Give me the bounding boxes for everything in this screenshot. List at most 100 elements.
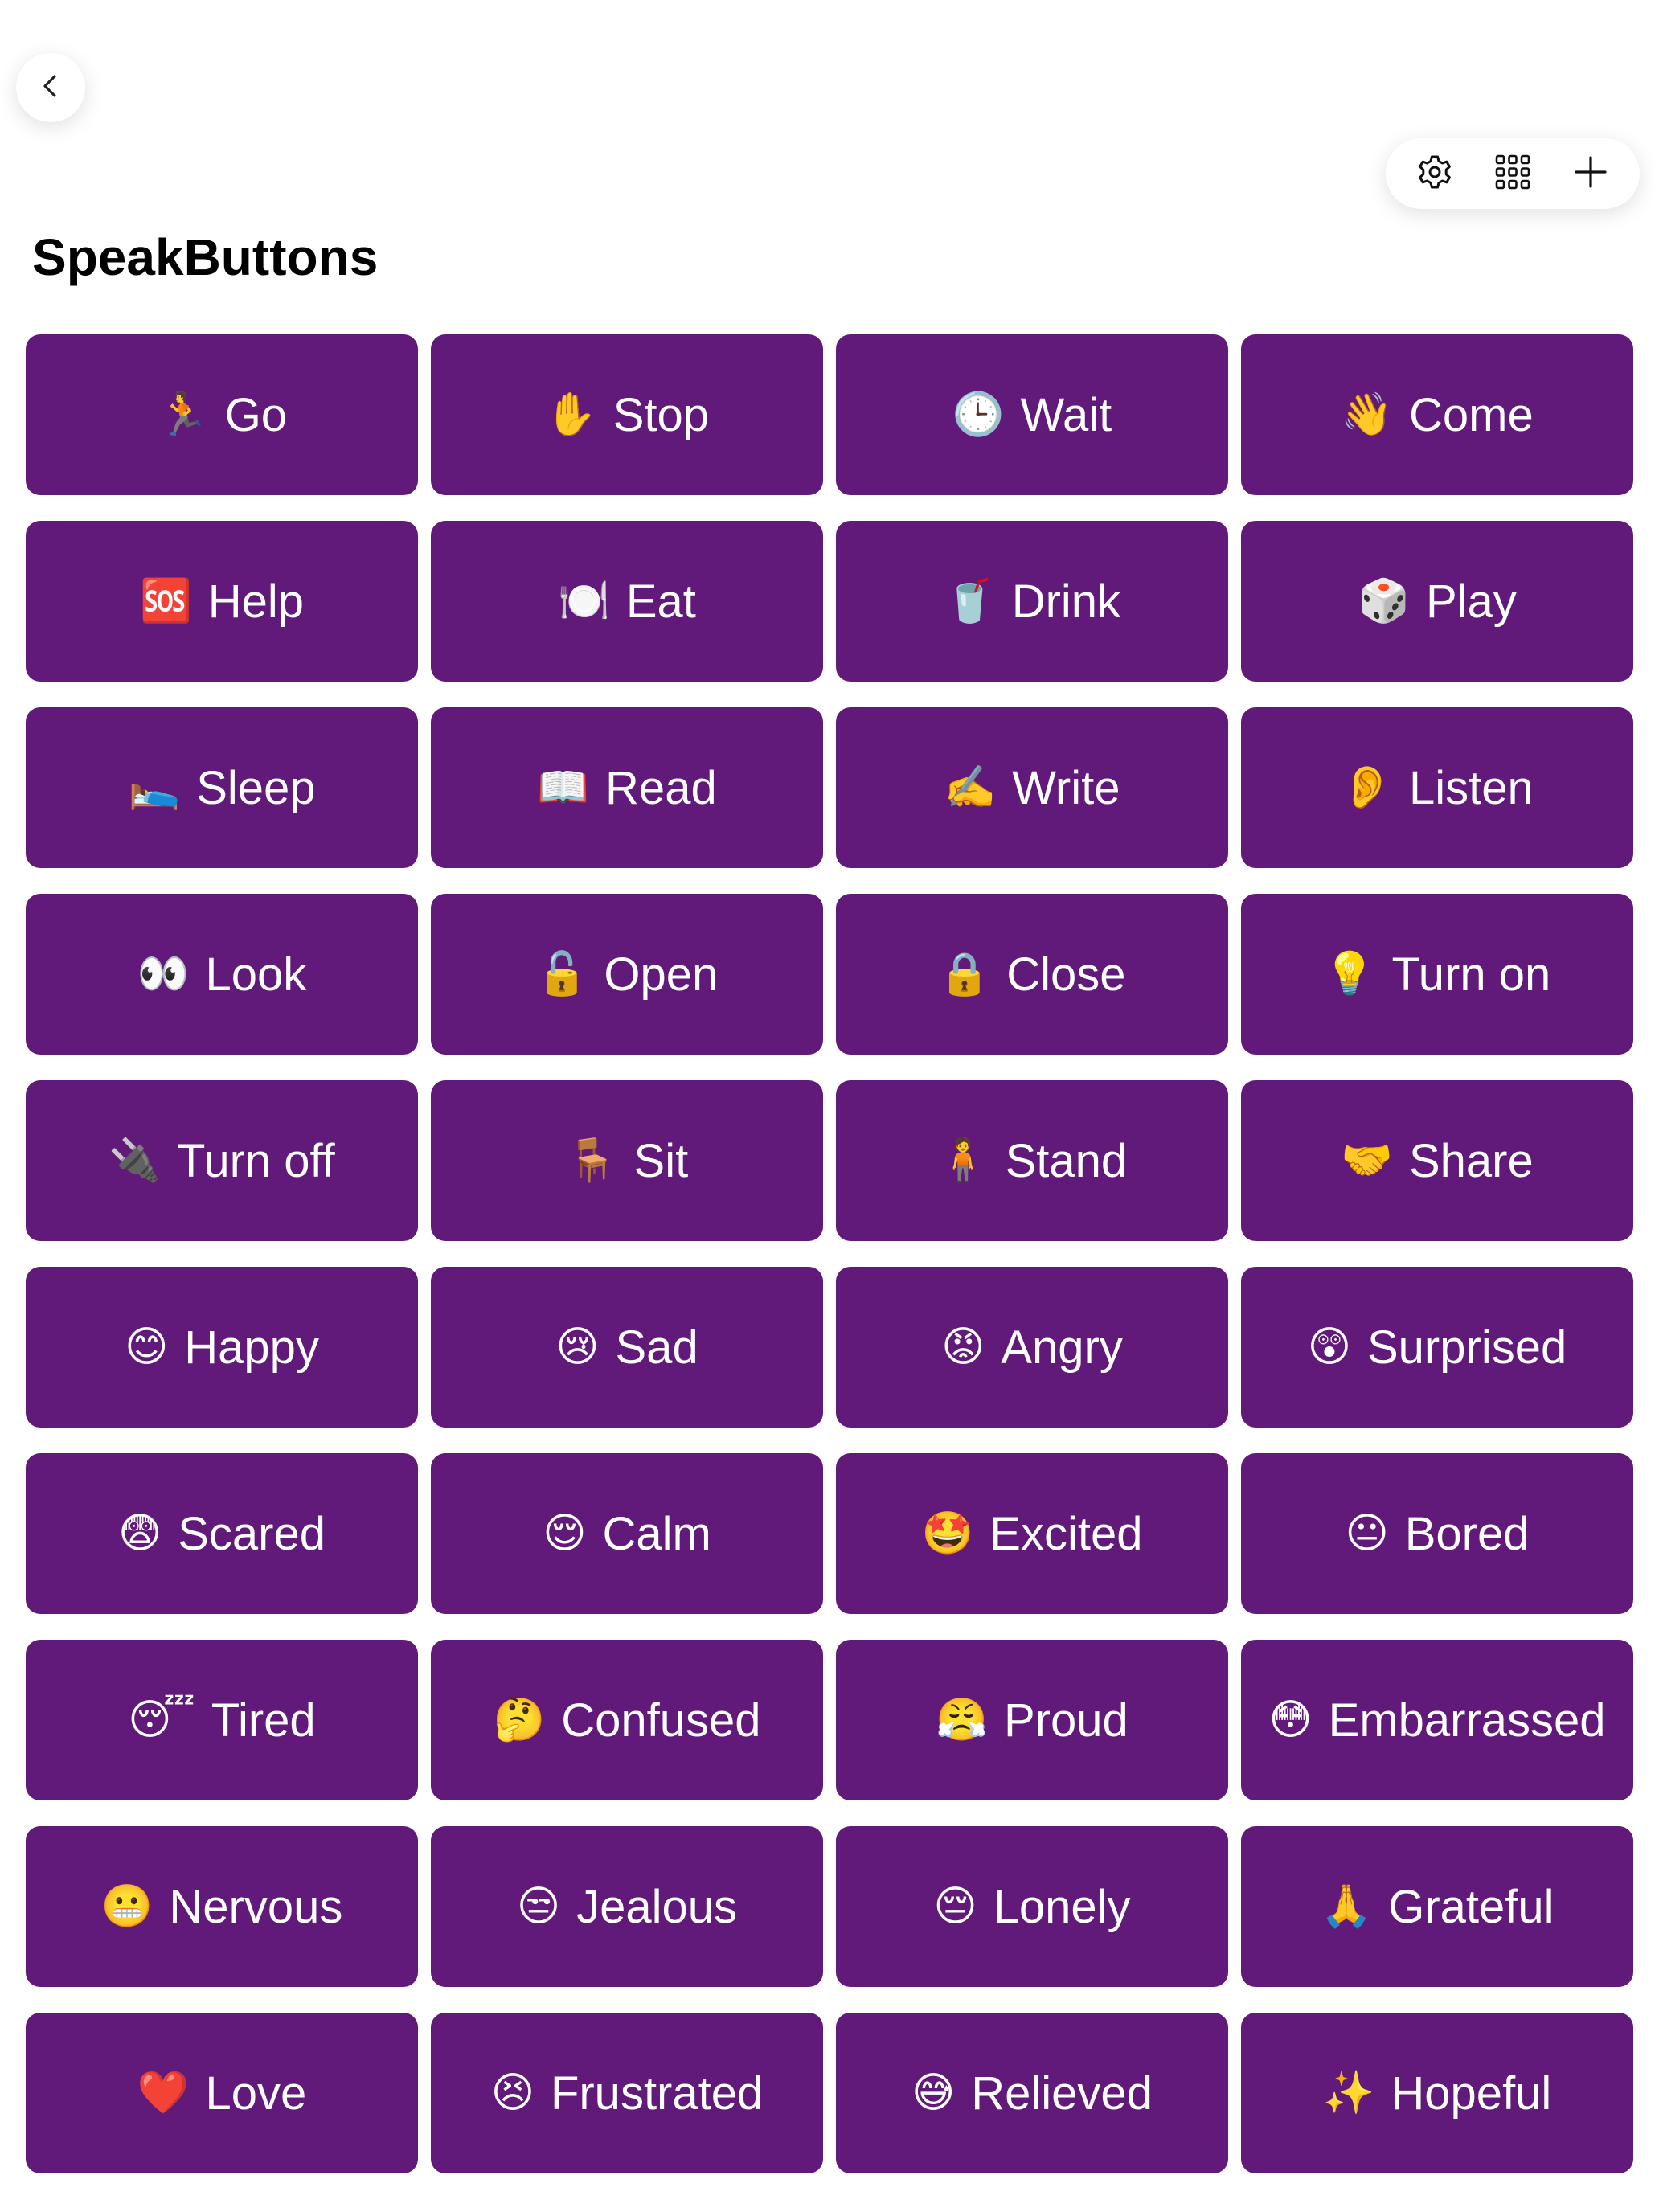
speak-button-label: Turn on	[1391, 948, 1551, 1001]
speak-button-sleep[interactable]: 🛌 Sleep	[26, 707, 418, 868]
speak-button-label: Write	[1012, 761, 1120, 814]
speak-button-read[interactable]: 📖 Read	[431, 707, 823, 868]
speak-button-excited[interactable]: 🤩 Excited	[836, 1453, 1228, 1614]
toolbar	[1386, 138, 1640, 209]
speak-button-label: Surprised	[1366, 1321, 1567, 1374]
confused-emoji-icon: 🤔	[493, 1697, 546, 1743]
speak-button-wait[interactable]: 🕒 Wait	[836, 334, 1228, 495]
open-emoji-icon: 🔓	[535, 951, 588, 997]
speak-button-angry[interactable]: 😡 Angry	[836, 1267, 1228, 1428]
speak-button-label: Share	[1408, 1134, 1534, 1187]
frustrated-emoji-icon: 😣	[490, 2070, 535, 2116]
speak-button-come[interactable]: 👋 Come	[1241, 334, 1633, 495]
speak-button-stop[interactable]: ✋ Stop	[431, 334, 823, 495]
grid-view-button[interactable]	[1481, 141, 1545, 206]
speak-button-stand[interactable]: 🧍 Stand	[836, 1080, 1228, 1241]
speak-button-label: Grateful	[1388, 1880, 1555, 1933]
speak-button-label: Sad	[615, 1321, 698, 1374]
add-button[interactable]	[1559, 141, 1623, 206]
speak-button-listen[interactable]: 👂 Listen	[1241, 707, 1633, 868]
listen-emoji-icon: 👂	[1341, 764, 1393, 811]
nervous-emoji-icon: 😬	[100, 1883, 154, 1930]
speak-button-bored[interactable]: 😐 Bored	[1241, 1453, 1633, 1614]
speak-button-label: Lonely	[993, 1880, 1131, 1933]
speak-button-write[interactable]: ✍️ Write	[836, 707, 1228, 868]
speak-button-share[interactable]: 🤝 Share	[1241, 1080, 1633, 1241]
speak-button-sad[interactable]: 😢 Sad	[431, 1267, 823, 1428]
read-emoji-icon: 📖	[537, 764, 590, 811]
speak-button-relieved[interactable]: 😅 Relieved	[836, 2013, 1228, 2173]
speak-button-label: Listen	[1408, 761, 1534, 814]
speak-button-lonely[interactable]: 😔 Lonely	[836, 1826, 1228, 1987]
speak-button-go[interactable]: 🏃 Go	[26, 334, 418, 495]
speak-button-label: Sit	[633, 1134, 689, 1187]
speak-button-label: Wait	[1020, 388, 1112, 441]
speak-button-hopeful[interactable]: ✨ Hopeful	[1241, 2013, 1633, 2173]
turn-off-emoji-icon: 🔌	[109, 1137, 162, 1184]
speak-button-label: Hopeful	[1391, 2067, 1552, 2120]
speak-button-surprised[interactable]: 😲 Surprised	[1241, 1267, 1633, 1428]
speak-button-happy[interactable]: 😊 Happy	[26, 1267, 418, 1428]
speak-button-tired[interactable]: 😴 Tired	[26, 1640, 418, 1800]
jealous-emoji-icon: 😒	[516, 1883, 561, 1930]
speak-button-label: Go	[224, 388, 288, 441]
plus-icon	[1572, 154, 1609, 195]
speak-button-label: Open	[604, 948, 719, 1001]
wait-emoji-icon: 🕒	[952, 391, 1005, 438]
surprised-emoji-icon: 😲	[1307, 1324, 1351, 1370]
speak-button-sit[interactable]: 🪑 Sit	[431, 1080, 823, 1241]
speak-button-close[interactable]: 🔒 Close	[836, 894, 1228, 1055]
speak-button-grateful[interactable]: 🙏 Grateful	[1241, 1826, 1633, 1987]
speak-button-label: Eat	[625, 575, 696, 628]
speak-button-confused[interactable]: 🤔 Confused	[431, 1640, 823, 1800]
speak-button-drink[interactable]: 🥤 Drink	[836, 521, 1228, 682]
speak-button-label: Stand	[1005, 1134, 1128, 1187]
speak-button-label: Nervous	[169, 1880, 343, 1933]
speak-button-label: Calm	[602, 1507, 711, 1560]
relieved-emoji-icon: 😅	[911, 2070, 956, 2116]
happy-emoji-icon: 😊	[125, 1324, 169, 1370]
speak-button-turn-off[interactable]: 🔌 Turn off	[26, 1080, 418, 1241]
speak-button-love[interactable]: ❤️ Love	[26, 2013, 418, 2173]
speak-button-label: Come	[1409, 388, 1534, 441]
speak-button-nervous[interactable]: 😬 Nervous	[26, 1826, 418, 1987]
sad-emoji-icon: 😢	[555, 1324, 600, 1370]
chevron-left-icon	[35, 70, 67, 106]
speak-button-scared[interactable]: 😨 Scared	[26, 1453, 418, 1614]
speak-button-calm[interactable]: 😌 Calm	[431, 1453, 823, 1614]
speak-button-label: Read	[605, 761, 717, 814]
speak-button-label: Frustrated	[550, 2067, 764, 2120]
speak-button-embarrassed[interactable]: 😳 Embarrassed	[1241, 1640, 1633, 1800]
speak-button-jealous[interactable]: 😒 Jealous	[431, 1826, 823, 1987]
sleep-emoji-icon: 🛌	[128, 764, 181, 811]
speak-button-label: Relieved	[971, 2067, 1153, 2120]
speak-button-label: Embarrassed	[1328, 1694, 1606, 1747]
speak-button-label: Confused	[561, 1694, 761, 1747]
speak-button-play[interactable]: 🎲 Play	[1241, 521, 1633, 682]
write-emoji-icon: ✍️	[944, 764, 997, 811]
speak-button-label: Happy	[184, 1321, 319, 1374]
stand-emoji-icon: 🧍	[936, 1137, 989, 1184]
speak-button-label: Look	[205, 948, 307, 1001]
gear-icon	[1415, 152, 1455, 196]
bored-emoji-icon: 😐	[1345, 1510, 1389, 1557]
embarrassed-emoji-icon: 😳	[1268, 1697, 1313, 1743]
speak-button-label: Excited	[989, 1507, 1143, 1560]
speak-button-help[interactable]: 🆘 Help	[26, 521, 418, 682]
hopeful-emoji-icon: ✨	[1322, 2070, 1375, 2116]
speak-button-look[interactable]: 👀 Look	[26, 894, 418, 1055]
speak-button-eat[interactable]: 🍽️ Eat	[431, 521, 823, 682]
speak-button-label: Bored	[1404, 1507, 1530, 1560]
drink-emoji-icon: 🥤	[943, 578, 996, 625]
speak-button-turn-on[interactable]: 💡 Turn on	[1241, 894, 1633, 1055]
settings-button[interactable]	[1403, 141, 1467, 206]
speak-button-open[interactable]: 🔓 Open	[431, 894, 823, 1055]
help-emoji-icon: 🆘	[139, 578, 192, 625]
speak-button-frustrated[interactable]: 😣 Frustrated	[431, 2013, 823, 2173]
speak-button-proud[interactable]: 😤 Proud	[836, 1640, 1228, 1800]
speak-button-label: Turn off	[177, 1134, 335, 1187]
back-button[interactable]	[16, 53, 85, 122]
turn-on-emoji-icon: 💡	[1323, 951, 1376, 997]
look-emoji-icon: 👀	[137, 951, 190, 997]
grid-icon	[1493, 152, 1533, 196]
